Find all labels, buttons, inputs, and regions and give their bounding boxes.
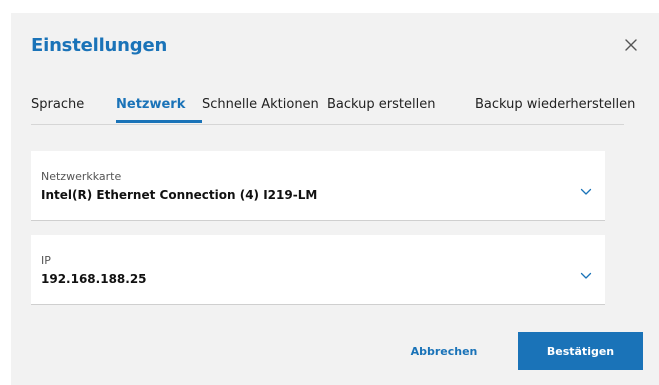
network-card-value: Intel(R) Ethernet Connection (4) I219-LM [41,188,318,202]
tab-schnelle-aktionen[interactable]: Schnelle Aktionen [202,97,319,112]
close-button[interactable] [623,37,639,53]
close-icon [625,39,637,51]
tab-backup-wiederherstellen[interactable]: Backup wiederherstellen [475,97,635,112]
network-card-select[interactable]: Netzwerkkarte Intel(R) Ethernet Connecti… [31,151,605,221]
cancel-button[interactable]: Abbrechen [399,333,489,369]
dialog-title: Einstellungen [31,35,168,56]
network-card-label: Netzwerkkarte [41,170,122,183]
tabs-divider [31,124,624,125]
tab-sprache[interactable]: Sprache [31,97,84,112]
tab-netzwerk[interactable]: Netzwerk [116,97,185,112]
ip-label: IP [41,254,51,267]
ip-value: 192.168.188.25 [41,272,147,286]
chevron-down-icon [580,188,592,195]
confirm-button[interactable]: Bestätigen [518,332,643,370]
chevron-down-icon [580,272,592,279]
settings-dialog: Einstellungen Sprache Netzwerk Schnelle … [11,13,659,385]
active-tab-indicator [116,120,202,123]
tab-backup-erstellen[interactable]: Backup erstellen [327,97,435,112]
ip-select[interactable]: IP 192.168.188.25 [31,235,605,305]
